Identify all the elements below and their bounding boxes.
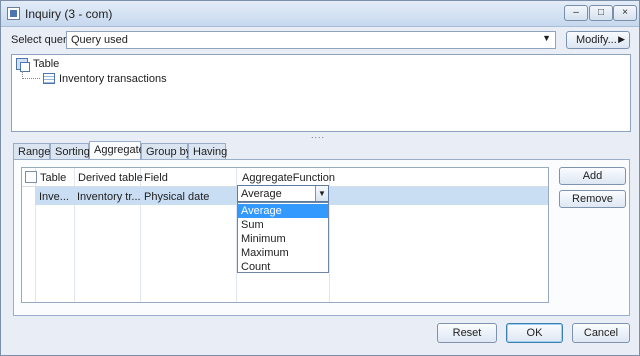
chevron-down-icon: ▼	[542, 33, 551, 43]
inquiry-window: Inquiry (3 - com) – □ × Select query: Qu…	[0, 0, 640, 356]
ok-button[interactable]: OK	[506, 323, 563, 343]
column-header-derived-table[interactable]: Derived table	[78, 172, 143, 184]
table-group-icon	[16, 58, 30, 72]
tree-item-inventory-transactions[interactable]: Inventory transactions	[59, 73, 167, 85]
cell-table[interactable]: Inve...	[39, 191, 75, 203]
modify-button-label: Modify...	[576, 34, 617, 46]
cancel-button[interactable]: Cancel	[572, 323, 630, 343]
tab-having[interactable]: Having	[188, 143, 227, 160]
cell-derived-table[interactable]: Inventory tr...	[77, 191, 141, 203]
tree-connector	[22, 78, 40, 79]
aggregate-function-dropdown-list: Average Sum Minimum Maximum Count	[237, 202, 329, 273]
option-average[interactable]: Average	[238, 204, 328, 218]
remove-button[interactable]: Remove	[559, 190, 626, 208]
select-query-dropdown[interactable]: Query used ▼	[66, 31, 556, 49]
aggregate-function-combobox[interactable]: Average ▼	[237, 185, 329, 202]
tree-item-table[interactable]: Table	[33, 58, 59, 70]
column-header-field[interactable]: Field	[144, 172, 168, 184]
tab-aggregate[interactable]: Aggregate	[89, 141, 145, 161]
window-title: Inquiry (3 - com)	[25, 7, 113, 21]
splitter-grip[interactable]: ....	[311, 130, 325, 140]
column-header-table[interactable]: Table	[40, 172, 66, 184]
aggregate-function-value: Average	[241, 188, 282, 200]
option-maximum[interactable]: Maximum	[238, 246, 328, 260]
title-bar[interactable]: Inquiry (3 - com) – □ ×	[1, 1, 639, 27]
option-count[interactable]: Count	[238, 260, 328, 274]
chevron-right-icon: ▶	[618, 34, 625, 44]
select-all-checkbox[interactable]	[25, 171, 37, 183]
option-minimum[interactable]: Minimum	[238, 232, 328, 246]
column-header-aggregate-function[interactable]: AggregateFunction	[242, 172, 335, 184]
chevron-down-icon[interactable]: ▼	[315, 186, 328, 201]
tab-sorting[interactable]: Sorting	[50, 143, 90, 160]
maximize-button[interactable]: □	[589, 5, 613, 21]
tab-range[interactable]: Range	[13, 143, 50, 160]
cell-field[interactable]: Physical date	[144, 191, 236, 203]
add-button[interactable]: Add	[559, 167, 626, 185]
tab-group-by[interactable]: Group by	[141, 143, 191, 160]
minimize-button[interactable]: –	[564, 5, 588, 21]
query-tree: Table Inventory transactions	[11, 54, 631, 132]
option-sum[interactable]: Sum	[238, 218, 328, 232]
table-icon	[43, 73, 55, 84]
modify-button[interactable]: Modify... ▶	[566, 31, 630, 49]
reset-button[interactable]: Reset	[437, 323, 497, 343]
select-query-value: Query used	[71, 34, 128, 46]
close-button[interactable]: ×	[613, 5, 637, 21]
app-icon	[7, 7, 20, 20]
